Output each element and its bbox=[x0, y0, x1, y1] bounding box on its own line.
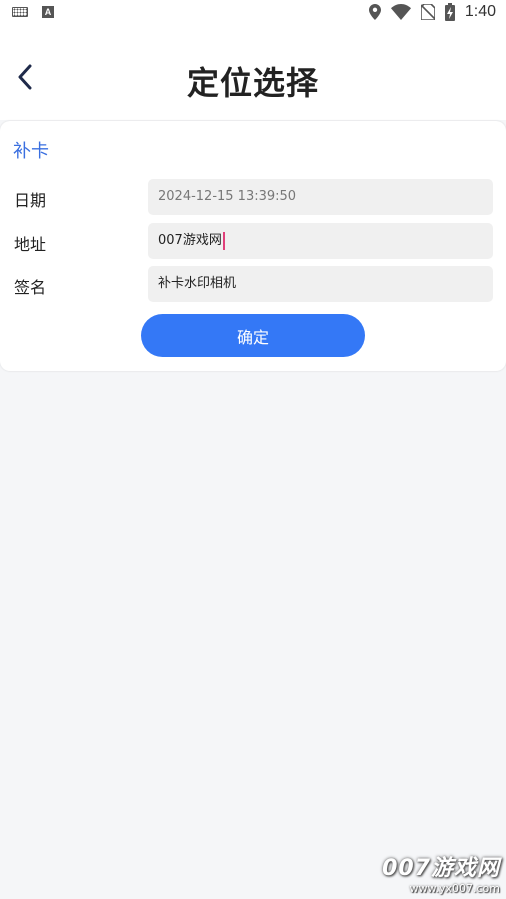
signature-field[interactable]: 补卡水印相机 bbox=[148, 266, 493, 302]
battery-charging-icon bbox=[444, 3, 455, 21]
signature-label: 签名 bbox=[14, 278, 47, 297]
status-time: 1:40 bbox=[464, 3, 496, 20]
address-value: 007游戏网 bbox=[158, 233, 222, 248]
date-label: 日期 bbox=[14, 191, 47, 210]
status-right-icons: 1:40 bbox=[368, 3, 496, 21]
text-cursor bbox=[222, 231, 225, 250]
a-badge-icon: A bbox=[42, 6, 54, 18]
confirm-button[interactable]: 确定 bbox=[141, 314, 365, 357]
card-title: 补卡 bbox=[13, 141, 49, 162]
address-label: 地址 bbox=[14, 235, 47, 254]
watermark-main: 007游戏网 bbox=[382, 856, 500, 881]
form-row-address: 地址 007游戏网 bbox=[0, 223, 506, 259]
keyboard-icon bbox=[12, 7, 28, 17]
date-field[interactable]: 2024-12-15 13:39:50 bbox=[148, 179, 493, 215]
no-sim-icon bbox=[420, 4, 435, 20]
watermark: 007游戏网 www.yx007.com bbox=[382, 850, 500, 895]
page-title: 定位选择 bbox=[186, 64, 319, 102]
status-bar: A 1:40 bbox=[0, 0, 506, 28]
form-row-signature: 签名 补卡水印相机 bbox=[0, 266, 506, 302]
form-row-date: 日期 2024-12-15 13:39:50 bbox=[0, 179, 506, 215]
nav-bar: 定位选择 bbox=[0, 28, 506, 120]
form-card: 补卡 日期 2024-12-15 13:39:50 地址 007游戏网 签名 补… bbox=[0, 121, 506, 371]
address-field[interactable]: 007游戏网 bbox=[148, 223, 493, 259]
status-left-icons: A bbox=[12, 6, 54, 18]
watermark-url: www.yx007.com bbox=[409, 882, 500, 895]
wifi-icon bbox=[390, 4, 411, 20]
location-icon bbox=[368, 4, 381, 20]
